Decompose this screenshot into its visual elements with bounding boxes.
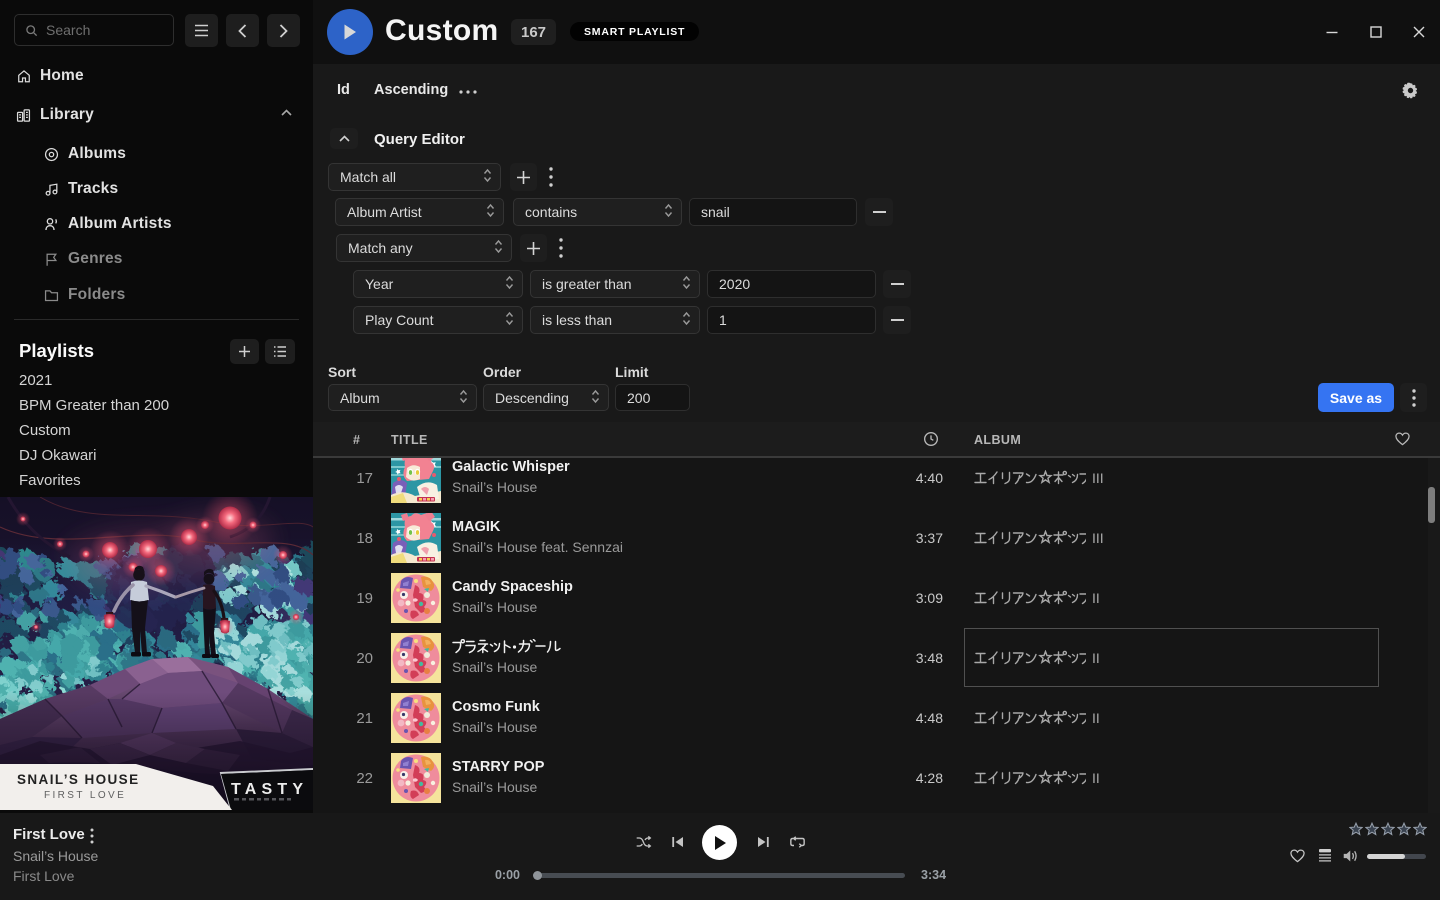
svg-text:TASTY: TASTY xyxy=(231,781,308,798)
svg-text:FIRST LOVE: FIRST LOVE xyxy=(44,790,126,801)
svg-text:SNAIL’S HOUSE: SNAIL’S HOUSE xyxy=(17,772,139,787)
